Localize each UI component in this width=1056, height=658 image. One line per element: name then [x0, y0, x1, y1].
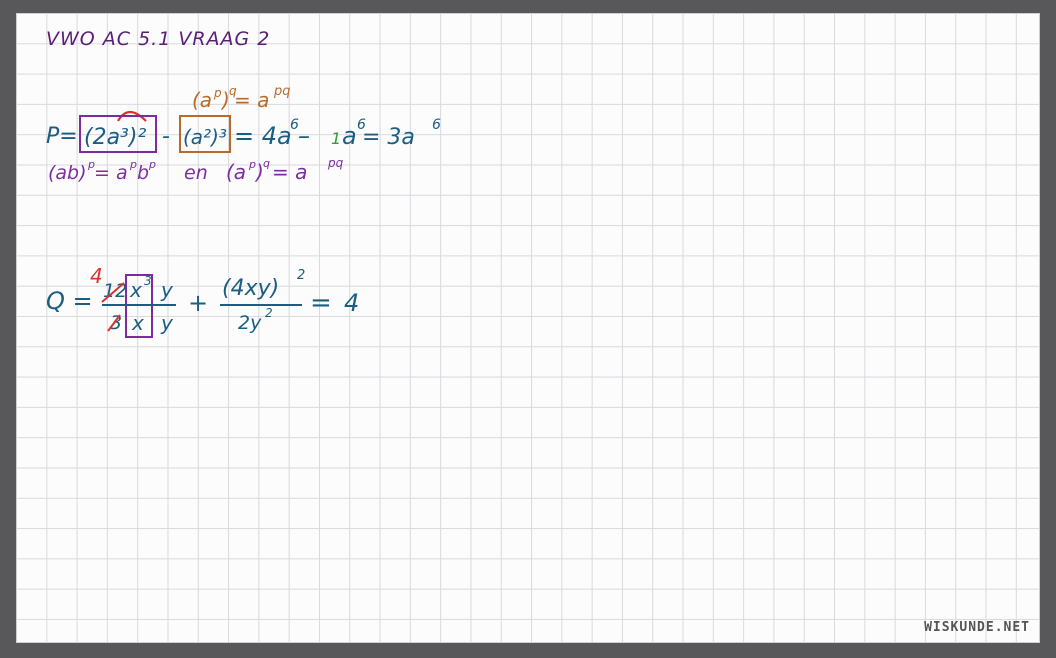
- rule-pq-eq: = a: [272, 160, 307, 184]
- q-reduced-coef: 4: [90, 264, 103, 288]
- power-of-power-rule-top: (a p ) q = a pq: [192, 84, 291, 112]
- p-term2: (a²)³: [183, 125, 227, 149]
- rule-pq-q: q: [263, 157, 270, 170]
- rule-ab-base: (ab): [48, 162, 87, 184]
- q-num-x-exp: 3: [144, 274, 152, 288]
- p-exp6c: 6: [432, 117, 441, 133]
- q-equation: Q = 4 12 x 3 y 3 x y + (4xy) 2 2y 2 = 4: [46, 264, 359, 338]
- power-rules-bottom: (ab) p = a p b p en (a p ) q = a pq: [48, 156, 344, 184]
- q-num-y: y: [160, 278, 174, 302]
- rule-ab-p3: p: [148, 158, 156, 171]
- watermark: WISKUNDE.NET: [924, 620, 1030, 635]
- handwriting-canvas: VWO AC 5.1 VRAAG 2 (a p ) q = a pq P= (2…: [46, 28, 441, 338]
- rule-pq-pq: pq: [327, 156, 344, 170]
- q-frac2-den-exp: 2: [265, 306, 273, 320]
- page-title: VWO AC 5.1 VRAAG 2: [46, 28, 270, 50]
- rule-pq-base: (a: [226, 160, 246, 184]
- rule-ab-p2: p: [129, 158, 137, 171]
- p-rest-a: = 4a: [234, 122, 292, 150]
- p-term1: (2a³)²: [84, 125, 146, 150]
- rule-top-base: (a: [192, 88, 212, 112]
- q-frac2-num-exp: 2: [297, 268, 305, 283]
- q-frac2-num: (4xy): [222, 276, 279, 301]
- p-rest-b: –: [298, 122, 310, 150]
- p-rest-c: a: [342, 122, 357, 150]
- q-num-x: x: [129, 278, 142, 302]
- p-equation: P= (2a³)² - (a²)³ = 4a 6 – 1 a 6 = 3a 6: [46, 115, 441, 153]
- q-eq: =: [310, 288, 332, 318]
- q-frac2-den: 2y: [238, 312, 262, 334]
- q-den-x: x: [131, 311, 144, 335]
- rule-en: en: [184, 162, 208, 184]
- q-plus: +: [188, 289, 208, 317]
- grid-paper: VWO AC 5.1 VRAAG 2 (a p ) q = a pq P= (2…: [16, 13, 1040, 643]
- p-minus: -: [162, 124, 170, 149]
- rule-ab-b: b: [137, 162, 149, 184]
- p-lhs: P=: [46, 124, 78, 149]
- q-rhs: 4: [344, 289, 359, 317]
- q-lhs: Q =: [46, 287, 93, 315]
- rule-top-pq: pq: [273, 84, 291, 99]
- rule-pq-p: p: [248, 158, 256, 171]
- rule-ab-eq: = a: [94, 162, 128, 184]
- p-one: 1: [331, 129, 341, 148]
- rule-top-eq: = a: [234, 88, 269, 112]
- rule-top-p: p: [213, 86, 222, 100]
- p-rest-d: = 3a: [362, 125, 415, 150]
- q-den-y: y: [160, 311, 174, 335]
